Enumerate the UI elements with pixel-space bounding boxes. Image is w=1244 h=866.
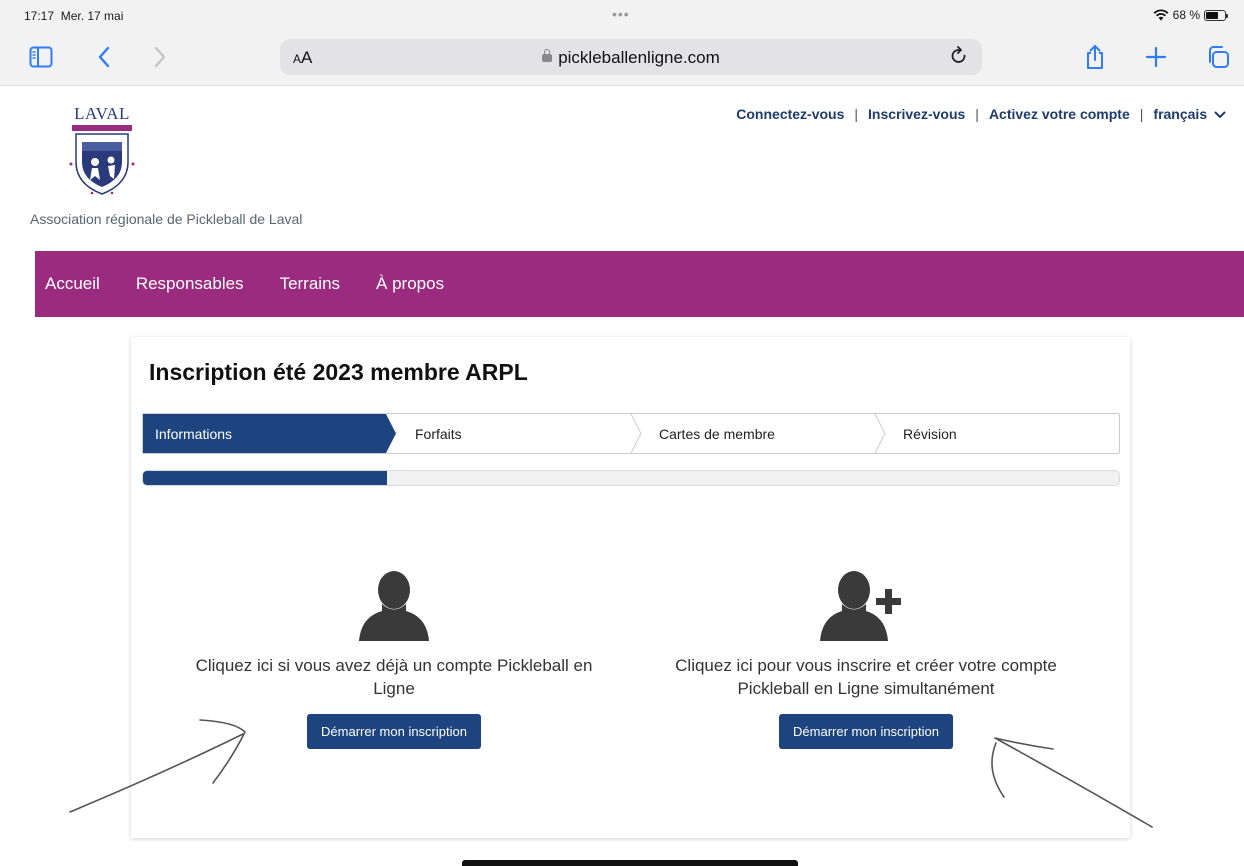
status-bar: 17:17 Mer. 17 mai ••• 68 % bbox=[0, 0, 1244, 30]
logo-text: LAVAL bbox=[74, 104, 130, 123]
association-name: Association régionale de Pickleball de L… bbox=[30, 211, 303, 227]
page-title: Inscription été 2023 membre ARPL bbox=[149, 359, 528, 385]
separator: | bbox=[1139, 106, 1144, 122]
option-description: Cliquez ici pour vous inscrire et créer … bbox=[675, 656, 1057, 698]
status-time: 17:17 Mer. 17 mai bbox=[24, 9, 123, 23]
nav-managers[interactable]: Responsables bbox=[136, 274, 244, 294]
nav-home[interactable]: Accueil bbox=[45, 274, 100, 294]
lock-icon bbox=[542, 49, 553, 62]
tabs-icon[interactable] bbox=[1204, 42, 1232, 72]
home-indicator bbox=[462, 860, 798, 866]
progress-bar bbox=[142, 470, 1120, 486]
add-user-icon bbox=[656, 569, 1076, 647]
existing-account-option: Cliquez ici si vous avez déjà un compte … bbox=[184, 569, 604, 749]
url-display[interactable]: pickleballenligne.com bbox=[280, 48, 982, 68]
separator: | bbox=[975, 106, 979, 122]
chevron-down-icon bbox=[1214, 111, 1226, 119]
url-text: pickleballenligne.com bbox=[558, 48, 720, 67]
reload-icon[interactable] bbox=[950, 46, 968, 72]
main-nav: Accueil Responsables Terrains À propos bbox=[35, 251, 1244, 317]
language-label: français bbox=[1153, 106, 1208, 122]
browser-toolbar: AA pickleballenligne.com bbox=[0, 30, 1244, 86]
address-bar[interactable]: AA pickleballenligne.com bbox=[280, 39, 982, 75]
step-cartes-de-membre[interactable]: Cartes de membre bbox=[647, 414, 875, 453]
progress-fill bbox=[143, 471, 387, 485]
site-logo[interactable]: LAVAL bbox=[62, 104, 142, 195]
language-selector[interactable]: français bbox=[1153, 106, 1226, 122]
account-links: Connectez-vous | Inscrivez-vous | Active… bbox=[736, 106, 1226, 122]
activate-account-link[interactable]: Activez votre compte bbox=[989, 106, 1130, 122]
step-label: Informations bbox=[155, 425, 233, 442]
battery-icon bbox=[1204, 9, 1228, 21]
share-icon[interactable] bbox=[1082, 42, 1108, 72]
forward-icon[interactable] bbox=[148, 42, 172, 72]
clock: 17:17 bbox=[24, 9, 55, 23]
step-forfaits[interactable]: Forfaits bbox=[403, 414, 631, 453]
logo-emblem-icon bbox=[69, 125, 135, 195]
start-registration-new-button[interactable]: Démarrer mon inscription bbox=[779, 714, 953, 749]
date: Mer. 17 mai bbox=[60, 9, 124, 23]
login-link[interactable]: Connectez-vous bbox=[736, 106, 844, 122]
nav-about[interactable]: À propos bbox=[376, 274, 444, 294]
multitasking-dots-icon[interactable]: ••• bbox=[612, 6, 630, 22]
register-link[interactable]: Inscrivez-vous bbox=[868, 106, 965, 122]
step-revision[interactable]: Révision bbox=[891, 414, 1119, 453]
status-right: 68 % bbox=[1153, 8, 1228, 22]
back-icon[interactable] bbox=[92, 42, 116, 72]
step-label: Cartes de membre bbox=[659, 425, 775, 442]
separator: | bbox=[854, 106, 859, 122]
step-label: Révision bbox=[903, 425, 957, 442]
wifi-icon bbox=[1153, 9, 1169, 21]
start-registration-existing-button[interactable]: Démarrer mon inscription bbox=[307, 714, 481, 749]
nav-courts[interactable]: Terrains bbox=[280, 274, 340, 294]
step-wizard: Informations Forfaits Cartes de membre R… bbox=[142, 413, 1120, 454]
battery-fill bbox=[1206, 11, 1218, 19]
new-tab-icon[interactable] bbox=[1143, 42, 1169, 72]
battery-percent: 68 % bbox=[1172, 8, 1200, 22]
registration-card: Inscription été 2023 membre ARPL Informa… bbox=[131, 337, 1130, 838]
step-informations[interactable]: Informations bbox=[143, 414, 386, 453]
new-account-option: Cliquez ici pour vous inscrire et créer … bbox=[656, 569, 1076, 749]
user-icon bbox=[184, 569, 604, 647]
option-description: Cliquez ici si vous avez déjà un compte … bbox=[195, 656, 593, 698]
step-label: Forfaits bbox=[415, 425, 462, 442]
sidebar-icon[interactable] bbox=[26, 42, 56, 72]
